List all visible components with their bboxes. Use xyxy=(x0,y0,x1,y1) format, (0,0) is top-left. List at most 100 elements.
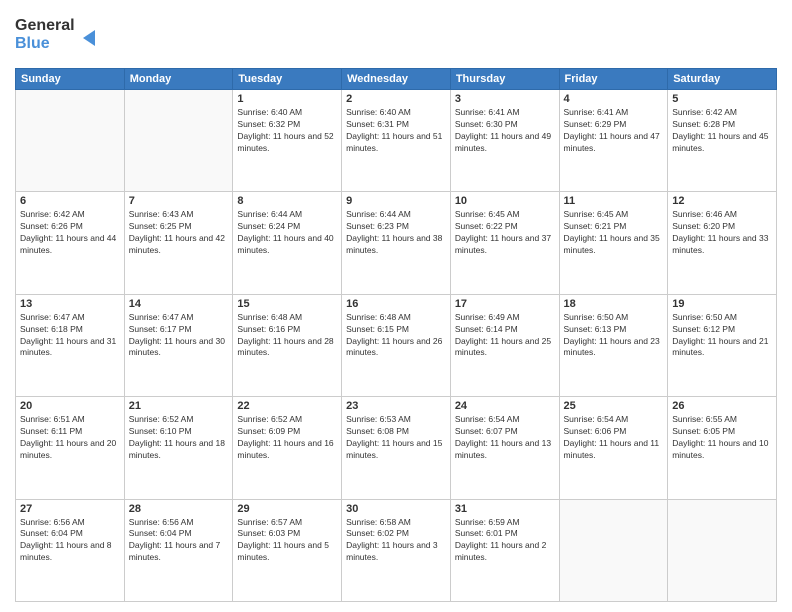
calendar-cell: 21 Sunrise: 6:52 AM Sunset: 6:10 PM Dayli… xyxy=(124,397,233,499)
weekday-header: Thursday xyxy=(450,69,559,90)
day-number: 9 xyxy=(346,195,446,207)
calendar-cell: 6 Sunrise: 6:42 AM Sunset: 6:26 PM Daylig… xyxy=(16,192,125,294)
calendar-week-row: 27 Sunrise: 6:56 AM Sunset: 6:04 PM Dayli… xyxy=(16,499,777,601)
day-info: Sunrise: 6:41 AM Sunset: 6:30 PM Dayligh… xyxy=(455,107,555,155)
day-info: Sunrise: 6:48 AM Sunset: 6:16 PM Dayligh… xyxy=(237,312,337,360)
calendar-week-row: 6 Sunrise: 6:42 AM Sunset: 6:26 PM Daylig… xyxy=(16,192,777,294)
calendar-cell: 5 Sunrise: 6:42 AM Sunset: 6:28 PM Daylig… xyxy=(668,90,777,192)
calendar-cell: 17Sunrise: 6:49 AM Sunset: 6:14 PM Dayli… xyxy=(450,294,559,396)
calendar-cell: 13 Sunrise: 6:47 AM Sunset: 6:18 PM Dayli… xyxy=(16,294,125,396)
day-number: 12 xyxy=(672,195,772,207)
day-info: Sunrise: 6:54 AM Sunset: 6:06 PM Dayligh… xyxy=(564,414,664,462)
day-number: 28 xyxy=(129,503,229,515)
calendar-cell: 8 Sunrise: 6:44 AM Sunset: 6:24 PM Daylig… xyxy=(233,192,342,294)
calendar-cell: 14Sunrise: 6:47 AM Sunset: 6:17 PM Dayli… xyxy=(124,294,233,396)
day-info: Sunrise: 6:42 AM Sunset: 6:28 PM Dayligh… xyxy=(672,107,772,155)
day-number: 6 xyxy=(20,195,120,207)
calendar-table: SundayMondayTuesdayWednesdayThursdayFrid… xyxy=(15,68,777,602)
day-number: 3 xyxy=(455,93,555,105)
calendar-cell: 12 Sunrise: 6:46 AM Sunset: 6:20 PM Dayli… xyxy=(668,192,777,294)
calendar-cell: 15 Sunrise: 6:48 AM Sunset: 6:16 PM Dayli… xyxy=(233,294,342,396)
day-number: 26 xyxy=(672,400,772,412)
day-info: Sunrise: 6:43 AM Sunset: 6:25 PM Dayligh… xyxy=(129,209,229,257)
day-number: 21 xyxy=(129,400,229,412)
calendar-cell: 9 Sunrise: 6:44 AM Sunset: 6:23 PM Daylig… xyxy=(342,192,451,294)
day-number: 17 xyxy=(455,298,555,310)
day-info: Sunrise: 6:44 AM Sunset: 6:23 PM Dayligh… xyxy=(346,209,446,257)
day-info: Sunrise: 6:59 AM Sunset: 6:01 PM Dayligh… xyxy=(455,517,555,565)
day-number: 8 xyxy=(237,195,337,207)
day-number: 13 xyxy=(20,298,120,310)
calendar-cell: 26 Sunrise: 6:55 AM Sunset: 6:05 PM Dayli… xyxy=(668,397,777,499)
day-number: 24 xyxy=(455,400,555,412)
calendar-cell xyxy=(16,90,125,192)
calendar-cell: 28 Sunrise: 6:56 AM Sunset: 6:04 PM Dayli… xyxy=(124,499,233,601)
day-number: 19 xyxy=(672,298,772,310)
day-info: Sunrise: 6:46 AM Sunset: 6:20 PM Dayligh… xyxy=(672,209,772,257)
calendar-cell: 10 Sunrise: 6:45 AM Sunset: 6:22 PM Dayli… xyxy=(450,192,559,294)
calendar-cell xyxy=(668,499,777,601)
day-number: 10 xyxy=(455,195,555,207)
calendar-cell: 11 Sunrise: 6:45 AM Sunset: 6:21 PM Dayli… xyxy=(559,192,668,294)
day-info: Sunrise: 6:58 AM Sunset: 6:02 PM Dayligh… xyxy=(346,517,446,565)
calendar-cell: 29 Sunrise: 6:57 AM Sunset: 6:03 PM Dayli… xyxy=(233,499,342,601)
day-info: Sunrise: 6:57 AM Sunset: 6:03 PM Dayligh… xyxy=(237,517,337,565)
calendar-cell: 7 Sunrise: 6:43 AM Sunset: 6:25 PM Daylig… xyxy=(124,192,233,294)
calendar-week-row: 1 Sunrise: 6:40 AM Sunset: 6:32 PM Daylig… xyxy=(16,90,777,192)
day-number: 23 xyxy=(346,400,446,412)
day-info: Sunrise: 6:45 AM Sunset: 6:22 PM Dayligh… xyxy=(455,209,555,257)
page: General Blue SundayMondayTuesdayWednesda… xyxy=(0,0,792,612)
day-number: 20 xyxy=(20,400,120,412)
weekday-header: Saturday xyxy=(668,69,777,90)
calendar-cell: 16 Sunrise: 6:48 AM Sunset: 6:15 PM Dayli… xyxy=(342,294,451,396)
day-info: Sunrise: 6:53 AM Sunset: 6:08 PM Dayligh… xyxy=(346,414,446,462)
svg-text:Blue: Blue xyxy=(15,35,50,52)
calendar-cell: 31 Sunrise: 6:59 AM Sunset: 6:01 PM Dayli… xyxy=(450,499,559,601)
day-number: 5 xyxy=(672,93,772,105)
weekday-header: Tuesday xyxy=(233,69,342,90)
calendar-cell: 27 Sunrise: 6:56 AM Sunset: 6:04 PM Dayli… xyxy=(16,499,125,601)
day-info: Sunrise: 6:45 AM Sunset: 6:21 PM Dayligh… xyxy=(564,209,664,257)
weekday-header: Friday xyxy=(559,69,668,90)
day-info: Sunrise: 6:55 AM Sunset: 6:05 PM Dayligh… xyxy=(672,414,772,462)
calendar-cell: 3 Sunrise: 6:41 AM Sunset: 6:30 PM Daylig… xyxy=(450,90,559,192)
day-number: 30 xyxy=(346,503,446,515)
calendar-week-row: 20 Sunrise: 6:51 AM Sunset: 6:11 PM Dayli… xyxy=(16,397,777,499)
day-info: Sunrise: 6:50 AM Sunset: 6:13 PM Dayligh… xyxy=(564,312,664,360)
day-info: Sunrise: 6:52 AM Sunset: 6:09 PM Dayligh… xyxy=(237,414,337,462)
day-number: 25 xyxy=(564,400,664,412)
day-info: Sunrise: 6:52 AM Sunset: 6:10 PM Dayligh… xyxy=(129,414,229,462)
day-number: 27 xyxy=(20,503,120,515)
calendar-cell: 22Sunrise: 6:52 AM Sunset: 6:09 PM Dayli… xyxy=(233,397,342,499)
day-info: Sunrise: 6:42 AM Sunset: 6:26 PM Dayligh… xyxy=(20,209,120,257)
svg-text:General: General xyxy=(15,17,75,34)
calendar-cell: 24 Sunrise: 6:54 AM Sunset: 6:07 PM Dayli… xyxy=(450,397,559,499)
day-info: Sunrise: 6:56 AM Sunset: 6:04 PM Dayligh… xyxy=(129,517,229,565)
calendar-cell: 18Sunrise: 6:50 AM Sunset: 6:13 PM Dayli… xyxy=(559,294,668,396)
day-number: 15 xyxy=(237,298,337,310)
day-number: 7 xyxy=(129,195,229,207)
day-info: Sunrise: 6:48 AM Sunset: 6:15 PM Dayligh… xyxy=(346,312,446,360)
day-info: Sunrise: 6:47 AM Sunset: 6:18 PM Dayligh… xyxy=(20,312,120,360)
weekday-header: Sunday xyxy=(16,69,125,90)
calendar-cell: 25 Sunrise: 6:54 AM Sunset: 6:06 PM Dayli… xyxy=(559,397,668,499)
day-number: 31 xyxy=(455,503,555,515)
weekday-header: Monday xyxy=(124,69,233,90)
day-number: 11 xyxy=(564,195,664,207)
header: General Blue xyxy=(15,10,777,60)
day-info: Sunrise: 6:44 AM Sunset: 6:24 PM Dayligh… xyxy=(237,209,337,257)
weekday-header-row: SundayMondayTuesdayWednesdayThursdayFrid… xyxy=(16,69,777,90)
calendar-cell: 30 Sunrise: 6:58 AM Sunset: 6:02 PM Dayli… xyxy=(342,499,451,601)
calendar-cell: 23 Sunrise: 6:53 AM Sunset: 6:08 PM Dayli… xyxy=(342,397,451,499)
calendar-week-row: 13 Sunrise: 6:47 AM Sunset: 6:18 PM Dayli… xyxy=(16,294,777,396)
day-info: Sunrise: 6:51 AM Sunset: 6:11 PM Dayligh… xyxy=(20,414,120,462)
weekday-header: Wednesday xyxy=(342,69,451,90)
day-info: Sunrise: 6:40 AM Sunset: 6:32 PM Dayligh… xyxy=(237,107,337,155)
day-number: 1 xyxy=(237,93,337,105)
day-info: Sunrise: 6:54 AM Sunset: 6:07 PM Dayligh… xyxy=(455,414,555,462)
day-number: 16 xyxy=(346,298,446,310)
calendar-cell: 20 Sunrise: 6:51 AM Sunset: 6:11 PM Dayli… xyxy=(16,397,125,499)
day-info: Sunrise: 6:47 AM Sunset: 6:17 PM Dayligh… xyxy=(129,312,229,360)
day-info: Sunrise: 6:56 AM Sunset: 6:04 PM Dayligh… xyxy=(20,517,120,565)
day-number: 29 xyxy=(237,503,337,515)
